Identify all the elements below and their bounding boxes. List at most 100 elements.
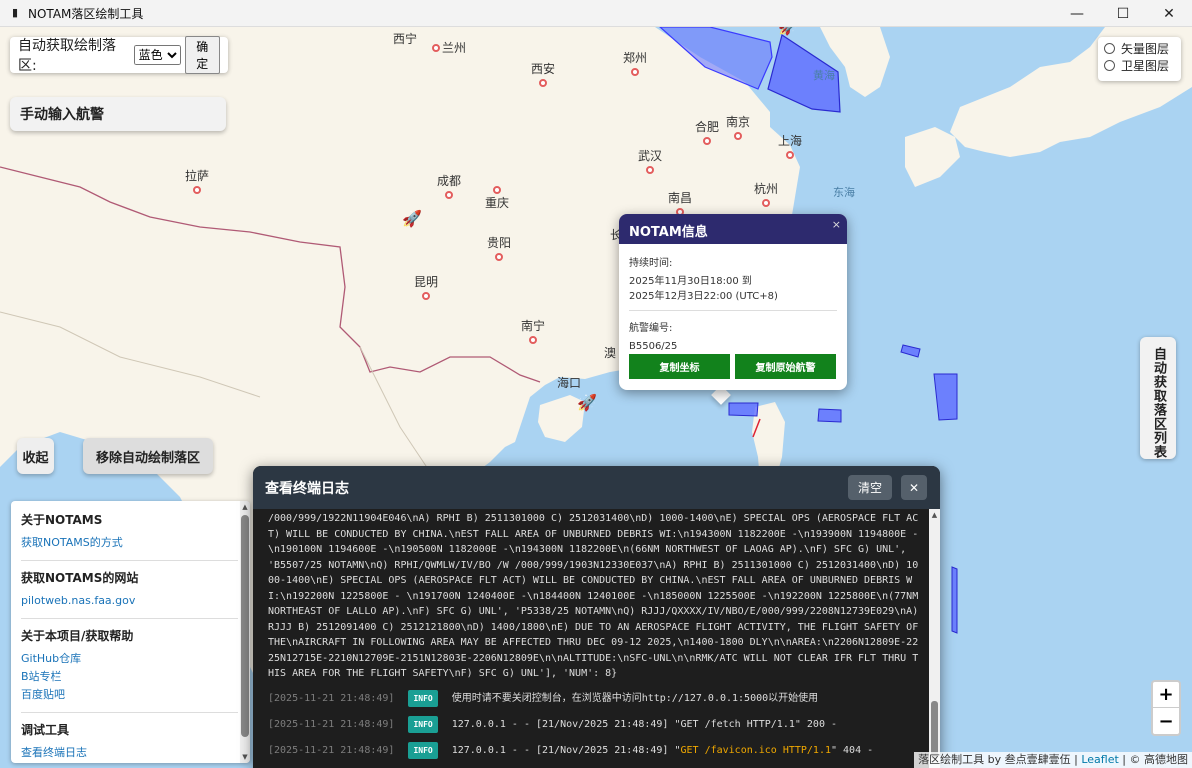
city-label: 海口 xyxy=(557,376,582,390)
link-github[interactable]: GitHub仓库 xyxy=(21,650,238,668)
log-timestamp: [2025-11-21 21:48:49] xyxy=(268,718,395,730)
window-controls: — ☐ ✕ xyxy=(1054,0,1192,27)
log-timestamp: [2025-11-21 21:48:49] xyxy=(268,692,395,704)
app-window: ▮ NOTAM落区绘制工具 — ☐ ✕ 西宁 兰州 西安 郑州 合肥 南京 上海… xyxy=(0,0,1192,768)
city-label: 南昌 xyxy=(668,189,692,216)
minimize-button[interactable]: — xyxy=(1054,0,1100,27)
section-heading: 关于NOTAMS xyxy=(21,513,103,527)
notam-polygon-4[interactable] xyxy=(933,373,958,421)
link-notam-methods[interactable]: 获取NOTAMS的方式 xyxy=(21,534,238,552)
remove-auto-drawn-button[interactable]: 移除自动绘制落区 xyxy=(83,438,213,474)
city-label: 兰州 xyxy=(432,39,466,56)
info-section: 关于NOTAMS 获取NOTAMS的方式 xyxy=(21,511,238,561)
launch-icon: ▮ xyxy=(11,6,19,19)
manual-input-button[interactable]: 手动输入航警 xyxy=(10,97,226,131)
notam-popup: NOTAM信息 × 持续时间: 2025年11月30日18:00 到 2025年… xyxy=(619,214,847,390)
terminal-close-button[interactable]: ✕ xyxy=(901,475,927,500)
terminal-header: 查看终端日志 xyxy=(253,466,940,509)
info-section: 调试工具 查看终端日志 xyxy=(21,721,238,763)
auto-draw-label: 自动获取绘制落区: xyxy=(18,38,116,74)
city-label: 昆明 xyxy=(414,273,438,300)
popup-divider xyxy=(629,310,837,311)
map-attribution: 落区绘制工具 by 叁点壹肆壹伍 | Leaflet | © 高德地图 xyxy=(914,752,1192,768)
section-heading: 关于本项目/获取帮助 xyxy=(21,629,134,643)
auto-list-tab[interactable]: 自动获取落区列表 xyxy=(1140,337,1176,459)
info-panel: 关于NOTAMS 获取NOTAMS的方式 获取NOTAMS的网站 pilotwe… xyxy=(11,501,250,763)
city-label: 澳 xyxy=(604,346,617,360)
window-title: NOTAM落区绘制工具 xyxy=(28,6,144,21)
notam-polygon-5[interactable] xyxy=(728,402,759,417)
info-section: 关于本项目/获取帮助 GitHub仓库 B站专栏 百度贴吧 xyxy=(21,627,238,713)
terminal-scrollbar[interactable]: ▲ xyxy=(929,509,940,768)
city-label: 上海 xyxy=(778,132,802,159)
notam-id-value: B5506/25 xyxy=(629,341,678,352)
confirm-button[interactable]: 确定 xyxy=(184,36,220,74)
duration-end: 2025年12月3日22:00 (UTC+8) xyxy=(629,291,778,302)
satellite-layer-option[interactable]: 卫星图层 xyxy=(1104,57,1175,74)
city-label: 南宁 xyxy=(521,317,545,344)
close-window-button[interactable]: ✕ xyxy=(1146,0,1192,27)
log-line: [2025-11-21 21:48:49] INFO 使用时请不要关闭控制台，在… xyxy=(268,689,923,708)
sea-label-yellow: 黄海 xyxy=(813,69,835,82)
city-label: 南京 xyxy=(726,113,750,140)
popup-close-icon[interactable]: × xyxy=(832,218,841,231)
terminal-output: /000/999/1922N11904E046\nA) RPHI B) 2511… xyxy=(253,509,929,768)
log-message: 127.0.0.1 - - [21/Nov/2025 21:48:49] "GE… xyxy=(451,744,874,756)
leaflet-link[interactable]: Leaflet xyxy=(1081,753,1118,766)
terminal-clear-button[interactable]: 清空 xyxy=(848,475,892,500)
scroll-up-icon[interactable]: ▲ xyxy=(240,503,250,511)
color-select[interactable]: 蓝色 xyxy=(133,45,181,65)
link-pilotweb[interactable]: pilotweb.nas.faa.gov xyxy=(21,592,238,610)
notam-polygon-7[interactable] xyxy=(951,566,958,634)
collapse-button[interactable]: 收起 xyxy=(17,438,54,474)
zoom-control: + − xyxy=(1151,680,1181,736)
popup-title: NOTAM信息 xyxy=(619,214,847,244)
log-timestamp: [2025-11-21 21:48:49] xyxy=(268,744,395,756)
city-label: 重庆 xyxy=(485,184,509,211)
launch-site-icon[interactable]: 🚀 xyxy=(577,393,597,412)
zoom-in-button[interactable]: + xyxy=(1153,682,1179,708)
copy-raw-notam-button[interactable]: 复制原始航警 xyxy=(735,354,836,379)
launch-site-icon[interactable]: 🚀 xyxy=(778,27,798,36)
radio-icon[interactable] xyxy=(1104,60,1115,71)
log-level-badge: INFO xyxy=(408,741,438,760)
terminal-title: 查看终端日志 xyxy=(265,480,349,497)
city-label: 郑州 xyxy=(623,49,647,76)
scroll-up-icon[interactable]: ▲ xyxy=(929,511,940,519)
info-scrollbar[interactable]: ▲ ▼ xyxy=(240,501,250,763)
section-heading: 获取NOTAMS的网站 xyxy=(21,571,139,585)
scroll-thumb[interactable] xyxy=(241,515,249,737)
notam-id-label: 航警编号: xyxy=(629,323,673,334)
log-line: [2025-11-21 21:48:49] INFO 127.0.0.1 - -… xyxy=(268,741,923,760)
city-label: 西宁 xyxy=(393,32,418,46)
log-level-badge: INFO xyxy=(408,689,438,708)
notam-polygon-3[interactable] xyxy=(900,344,921,358)
log-message: 使用时请不要关闭控制台，在浏览器中访问http://127.0.0.1:5000… xyxy=(451,692,819,704)
city-label: 合肥 xyxy=(695,118,719,145)
log-level-badge: INFO xyxy=(408,715,438,734)
log-line: [2025-11-21 21:48:49] INFO 127.0.0.1 - -… xyxy=(268,715,923,734)
link-bilibili[interactable]: B站专栏 xyxy=(21,668,238,686)
link-terminal-log[interactable]: 查看终端日志 xyxy=(21,744,238,762)
auto-draw-panel: 自动获取绘制落区: 蓝色 确定 xyxy=(10,36,228,74)
scroll-thumb[interactable] xyxy=(931,701,938,759)
section-heading: 调试工具 xyxy=(21,723,70,737)
info-section: 获取NOTAMS的网站 pilotweb.nas.faa.gov xyxy=(21,569,238,619)
city-label: 武汉 xyxy=(638,147,662,174)
duration-start: 2025年11月30日18:00 到 xyxy=(629,276,752,287)
land-kyushu xyxy=(905,127,960,187)
terminal-log-panel: 查看终端日志 清空 ✕ /000/999/1922N11904E046\nA) … xyxy=(253,466,940,768)
scroll-down-icon[interactable]: ▼ xyxy=(240,753,250,761)
zoom-out-button[interactable]: − xyxy=(1153,708,1179,734)
duration-label: 持续时间: xyxy=(629,258,673,269)
city-label: 杭州 xyxy=(754,180,778,207)
terminal-json-output: /000/999/1922N11904E046\nA) RPHI B) 2511… xyxy=(268,513,925,679)
notam-polygon-6[interactable] xyxy=(817,408,842,423)
launch-site-icon[interactable]: 🚀 xyxy=(402,209,422,228)
link-tieba[interactable]: 百度贴吧 xyxy=(21,686,238,704)
city-label: 拉萨 xyxy=(185,167,209,194)
maximize-button[interactable]: ☐ xyxy=(1100,0,1146,27)
radio-icon[interactable] xyxy=(1104,43,1115,54)
copy-coords-button[interactable]: 复制坐标 xyxy=(629,354,730,379)
vector-layer-option[interactable]: 矢量图层 xyxy=(1104,40,1175,57)
